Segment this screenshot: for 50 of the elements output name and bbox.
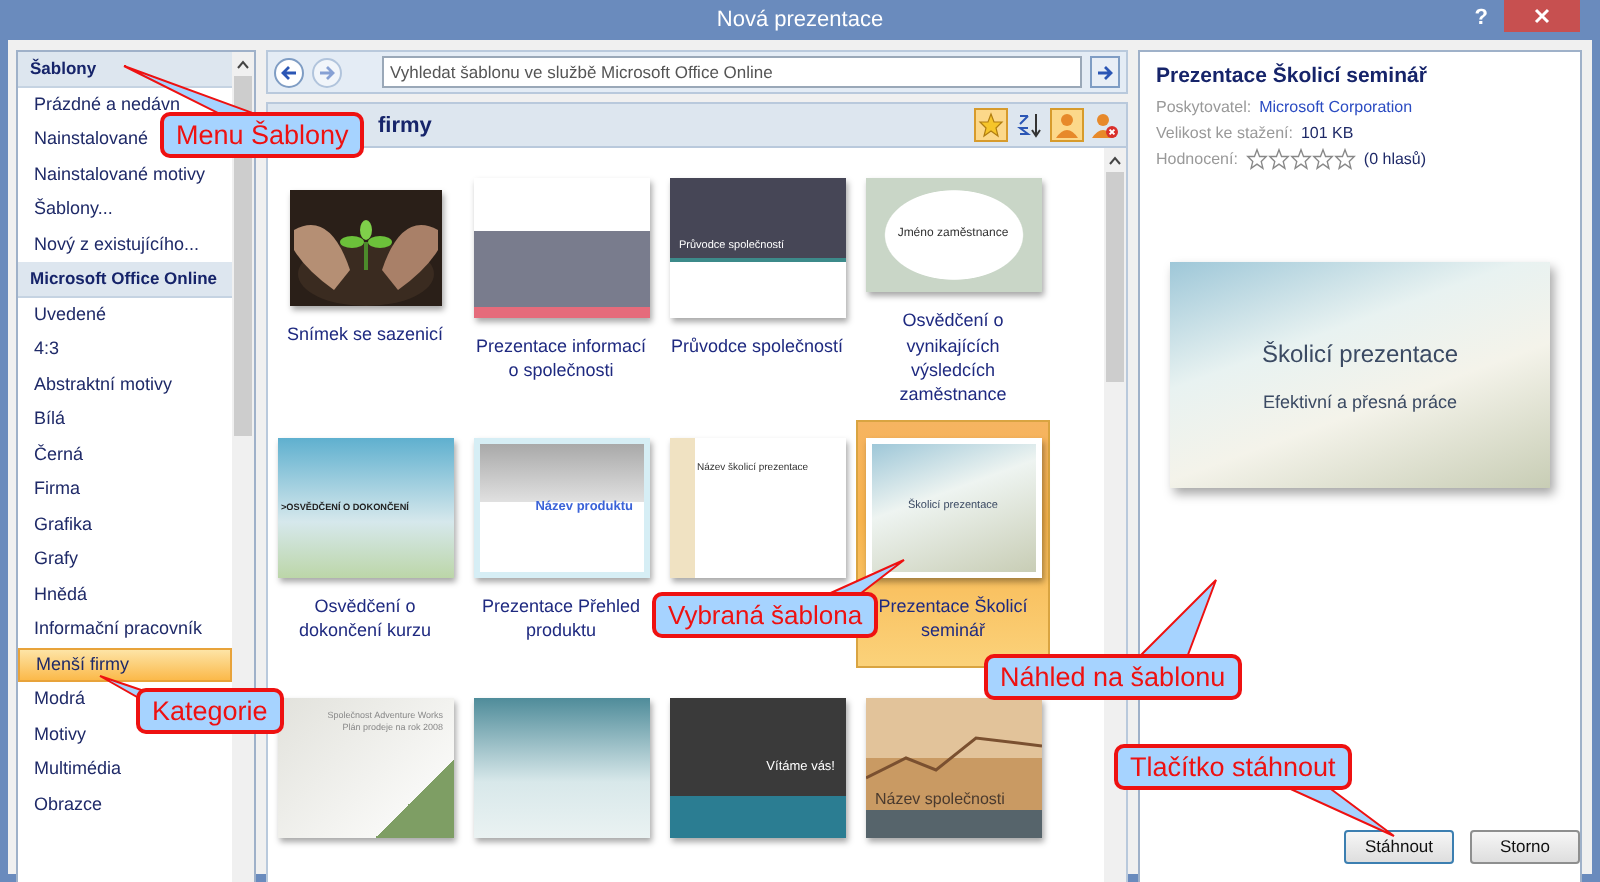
preview-title: Školicí prezentace (1261, 339, 1459, 367)
field-label: Hodnocení: (1156, 150, 1238, 168)
callout-label: Tlačítko stáhnout (1114, 744, 1352, 790)
category-item[interactable]: Motivy (18, 717, 95, 752)
callout-label: Menu Šablony (160, 112, 365, 158)
category-item[interactable]: Šablony... (18, 192, 121, 227)
template-title: Prezentace Školicí seminář (1156, 64, 1429, 88)
template-name: Prezentace Přehled produktu (479, 594, 643, 643)
window-title: Nová prezentace (716, 8, 884, 32)
category-item[interactable]: Grafy (18, 542, 87, 577)
category-item[interactable]: Firma (18, 472, 88, 507)
callout-label: Vybraná šablona (652, 592, 879, 638)
callout-label: Kategorie (136, 688, 284, 734)
template-name: Osvědčení o dokončení kurzu (296, 594, 434, 643)
category-item[interactable]: Nový z existujícího... (18, 227, 208, 262)
category-item[interactable]: Modrá (18, 682, 94, 717)
category-item[interactable]: Nainstalované (18, 122, 157, 157)
category-item[interactable]: Nainstalované motivy (18, 157, 214, 192)
template-name: Prezentace informací o společnosti (473, 334, 649, 383)
slide-text: Název společnosti (875, 789, 1007, 810)
template-name: Průvodce společností (668, 334, 846, 359)
field-label: Poskytovatel: (1156, 98, 1252, 116)
template-tile[interactable]: Snímek se sazenicí (268, 160, 462, 408)
category-item[interactable]: Černá (18, 437, 92, 472)
field-value: 101 KB (1300, 124, 1354, 142)
search-field[interactable]: Vyhledat šablonu ve službě Microsoft Office Online (382, 56, 1082, 88)
category-item[interactable]: Grafika (18, 507, 101, 542)
template-name: Osvědčení o vynikajících výsledcích zaměstnance (897, 308, 1009, 406)
provider-link[interactable]: Microsoft Corporation (1259, 98, 1413, 116)
field-label: Velikost ke stažení: (1156, 124, 1293, 142)
category-item[interactable]: Hnědá (18, 577, 96, 612)
gallery-heading: firmy (378, 113, 432, 137)
cancel-button[interactable]: Storno (1470, 829, 1580, 863)
callout-label: Náhled na šablonu (984, 654, 1242, 700)
template-tile[interactable]: Prezentace informací o společnosti (464, 160, 658, 408)
category-item[interactable]: Abstraktní motivy (18, 367, 181, 402)
category-item[interactable]: Multimédia (18, 752, 130, 787)
template-name: Snímek se sazenicí (284, 322, 446, 347)
category-header[interactable]: Šablony (18, 52, 232, 87)
preview-subtitle: Efektivní a přesná práce (1262, 391, 1458, 411)
category-item[interactable]: Bílá (18, 402, 74, 437)
category-item[interactable]: Uvedené (18, 297, 115, 332)
download-button[interactable]: Stáhnout (1344, 829, 1454, 863)
category-item[interactable]: Menší firmy (18, 647, 232, 682)
category-header[interactable]: Microsoft Office Online (18, 262, 232, 297)
field-value: (0 hlasů) (1363, 150, 1427, 168)
category-item[interactable]: Informační pracovník (18, 612, 211, 647)
category-item[interactable]: 4:3 (18, 332, 68, 367)
category-item[interactable]: Obrazce (18, 787, 111, 822)
template-name: Prezentace Školicí seminář (876, 594, 1030, 643)
